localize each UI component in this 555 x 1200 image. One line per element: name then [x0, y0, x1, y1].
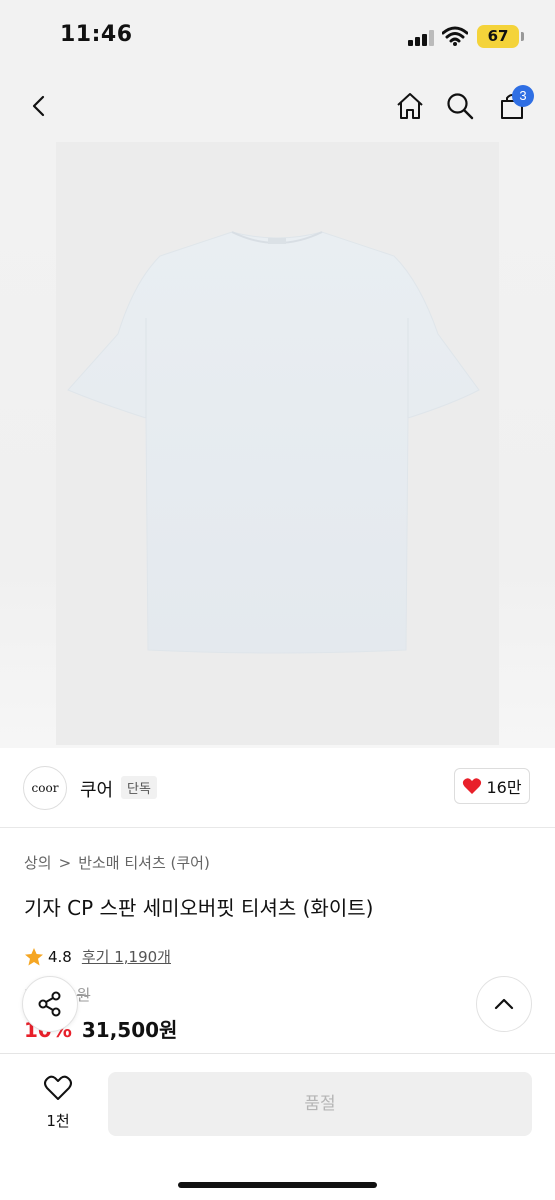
top-navigation: 3: [0, 72, 555, 140]
search-icon: [447, 93, 474, 120]
wishlist-button[interactable]: 1천: [30, 1074, 86, 1136]
brand-row: coor 쿠어 단독 16만: [0, 748, 555, 828]
wifi-icon: [441, 26, 469, 46]
home-indicator: [178, 1182, 377, 1188]
breadcrumb-subcategory[interactable]: 반소매 티셔츠 (쿠어): [78, 852, 210, 873]
status-bar: 11:46 67: [0, 0, 555, 72]
heart-outline-icon: [44, 1075, 72, 1100]
tshirt-illustration: [67, 231, 480, 654]
product-image-area: [0, 140, 555, 748]
sale-price: 31,500원: [81, 1018, 178, 1042]
home-button[interactable]: [388, 84, 432, 128]
brand-like-count: 16만: [486, 778, 522, 797]
breadcrumb: 상의 > 반소매 티셔츠 (쿠어): [24, 852, 210, 873]
status-time: 11:46: [60, 22, 133, 47]
signal-icon: [408, 30, 434, 46]
battery-indicator: 67: [477, 25, 519, 48]
brand-like-button[interactable]: 16만: [454, 768, 530, 804]
bottom-action-bar: 1천 품절: [0, 1053, 555, 1200]
share-icon: [38, 991, 61, 1017]
scroll-top-button[interactable]: [476, 976, 532, 1032]
chevron-up-icon: [494, 998, 514, 1010]
review-count-link[interactable]: 후기 1,190개: [82, 946, 171, 967]
chevron-right-icon: >: [58, 853, 72, 872]
back-button[interactable]: [18, 84, 62, 128]
exclusive-badge: 단독: [121, 776, 157, 799]
home-icon: [397, 93, 423, 119]
cart-button[interactable]: 3: [490, 84, 534, 128]
product-title: 기자 CP 스판 세미오버핏 티셔츠 (화이트): [24, 896, 374, 920]
rating-score: 4.8: [48, 947, 72, 966]
cart-count-badge: 3: [512, 85, 534, 107]
search-button[interactable]: [438, 84, 482, 128]
rating-row: 4.8 후기 1,190개: [24, 946, 171, 967]
brand-logo[interactable]: coor: [23, 766, 67, 810]
share-button[interactable]: [22, 976, 78, 1032]
product-image[interactable]: [56, 142, 499, 745]
sold-out-button[interactable]: 품절: [108, 1072, 532, 1136]
star-icon: [25, 947, 43, 965]
brand-name[interactable]: 쿠어: [80, 776, 113, 802]
heart-filled-icon: [463, 778, 482, 794]
chevron-left-icon: [32, 95, 45, 117]
breadcrumb-category[interactable]: 상의: [24, 852, 52, 873]
wishlist-count: 1천: [46, 1112, 70, 1130]
battery-tip: [521, 32, 524, 41]
